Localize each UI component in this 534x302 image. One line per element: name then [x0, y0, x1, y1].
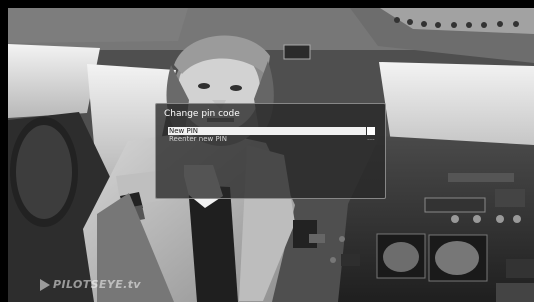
new-pin-label: New PIN: [169, 127, 199, 135]
new-pin-row[interactable]: New PIN: [168, 127, 366, 135]
reenter-new-pin-label: Reenter new PIN: [169, 135, 227, 143]
tv-screen: Change pin code New PIN Reenter new PIN …: [0, 0, 534, 302]
play-arrow-icon: [40, 279, 50, 291]
dialog-title: Change pin code: [164, 109, 240, 119]
change-pin-dialog: Change pin code New PIN Reenter new PIN …: [155, 103, 386, 199]
reenter-new-pin-field[interactable]: ....: [367, 135, 375, 143]
pilotseye-watermark: PILOTSEYE.tv: [40, 277, 141, 293]
new-pin-field[interactable]: [367, 127, 375, 135]
reenter-new-pin-row[interactable]: Reenter new PIN: [168, 135, 366, 143]
watermark-text: PILOTSEYE.tv: [53, 278, 141, 291]
